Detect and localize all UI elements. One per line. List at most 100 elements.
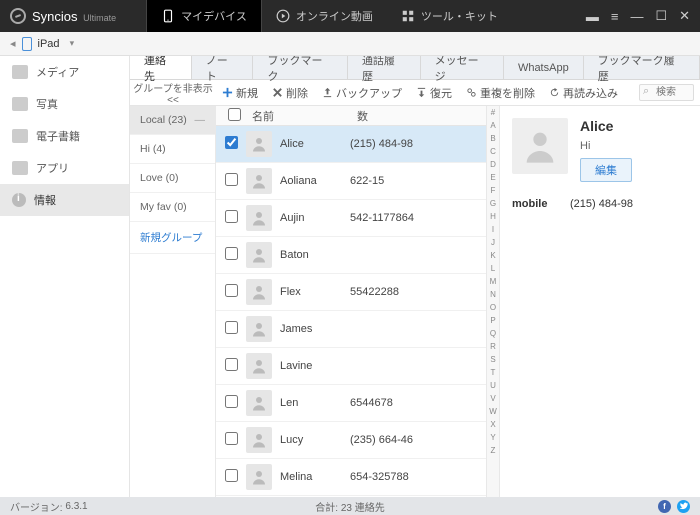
alpha-I[interactable]: I	[487, 225, 499, 238]
minimize-button[interactable]: —	[630, 9, 643, 24]
subtab-bookmarks[interactable]: ブックマーク	[253, 56, 347, 79]
hide-groups-toggle[interactable]: グループを非表示 <<	[130, 80, 216, 106]
row-checkbox[interactable]	[225, 358, 238, 371]
alpha-C[interactable]: C	[487, 147, 499, 160]
alpha-W[interactable]: W	[487, 407, 499, 420]
contact-name: Alice	[280, 138, 350, 150]
tab-toolkit[interactable]: ツール・キット	[387, 0, 512, 32]
col-number[interactable]: 数	[351, 108, 486, 124]
alpha-H[interactable]: H	[487, 212, 499, 225]
group-local[interactable]: Local (23) —	[130, 106, 215, 135]
alpha-S[interactable]: S	[487, 355, 499, 368]
subtab-notes[interactable]: ノート	[192, 56, 254, 79]
restore-button[interactable]: 復元	[410, 85, 458, 101]
contact-row[interactable]: Melina654-325788	[216, 459, 486, 496]
contact-row[interactable]: Alice(215) 484-98	[216, 126, 486, 163]
alpha-K[interactable]: K	[487, 251, 499, 264]
alpha-B[interactable]: B	[487, 134, 499, 147]
chevron-down-icon[interactable]: ▾	[70, 38, 75, 49]
alpha-V[interactable]: V	[487, 394, 499, 407]
row-checkbox[interactable]	[225, 469, 238, 482]
alpha-Q[interactable]: Q	[487, 329, 499, 342]
reload-button[interactable]: 再読み込み	[543, 85, 624, 101]
group-myfav[interactable]: My fav (0)	[130, 193, 215, 222]
maximize-button[interactable]: ☐	[655, 8, 667, 24]
subtab-contacts[interactable]: 連絡先	[130, 56, 192, 79]
alpha-O[interactable]: O	[487, 303, 499, 316]
contact-row[interactable]: Nowtzki	[216, 496, 486, 497]
alpha-X[interactable]: X	[487, 420, 499, 433]
sidebar-item-label: 電子書籍	[36, 128, 80, 144]
alpha-D[interactable]: D	[487, 160, 499, 173]
contact-row[interactable]: Lucy(235) 664-46	[216, 422, 486, 459]
row-checkbox[interactable]	[225, 284, 238, 297]
subtab-call-history[interactable]: 通話履歴	[348, 56, 421, 79]
sidebar-item-info[interactable]: 情報	[0, 184, 129, 216]
contact-row[interactable]: Lavine	[216, 348, 486, 385]
alpha-G[interactable]: G	[487, 199, 499, 212]
alpha-A[interactable]: A	[487, 121, 499, 134]
window-controls: ▬ ≡ — ☐ ✕	[586, 8, 700, 24]
contact-row[interactable]: James	[216, 311, 486, 348]
contact-phone: 6544678	[350, 397, 486, 409]
device-bar[interactable]: ◂ iPad ▾	[0, 32, 700, 56]
contact-row[interactable]: Aoliana622-15	[216, 163, 486, 200]
alpha-P[interactable]: P	[487, 316, 499, 329]
alpha-Z[interactable]: Z	[487, 446, 499, 459]
alpha-#[interactable]: #	[487, 108, 499, 121]
subtab-whatsapp[interactable]: WhatsApp	[504, 56, 584, 79]
alpha-J[interactable]: J	[487, 238, 499, 251]
close-button[interactable]: ✕	[679, 8, 690, 24]
row-checkbox[interactable]	[225, 210, 238, 223]
sidebar-item-ebooks[interactable]: 電子書籍	[0, 120, 129, 152]
menu-icon[interactable]: ≡	[611, 9, 619, 24]
tab-my-device[interactable]: マイデバイス	[146, 0, 262, 32]
row-checkbox[interactable]	[225, 173, 238, 186]
group-hi[interactable]: Hi (4)	[130, 135, 215, 164]
contact-row[interactable]: Aujin542-1177864	[216, 200, 486, 237]
sidebar-item-label: 写真	[36, 96, 58, 112]
message-icon[interactable]: ▬	[586, 9, 599, 24]
sidebar-item-media[interactable]: メディア	[0, 56, 129, 88]
select-all-checkbox[interactable]	[228, 108, 241, 121]
sidebar-item-apps[interactable]: アプリ	[0, 152, 129, 184]
alpha-T[interactable]: T	[487, 368, 499, 381]
row-checkbox[interactable]	[225, 432, 238, 445]
alpha-index[interactable]: #ABCDEFGHIJKLMNOPQRSTUVWXYZ	[486, 106, 500, 497]
row-checkbox[interactable]	[225, 321, 238, 334]
contact-row[interactable]: Flex55422288	[216, 274, 486, 311]
search-input[interactable]	[639, 84, 694, 101]
alpha-L[interactable]: L	[487, 264, 499, 277]
dedupe-icon	[466, 87, 477, 98]
sidebar-item-photos[interactable]: 写真	[0, 88, 129, 120]
new-button[interactable]: 新規	[216, 85, 264, 101]
new-group-button[interactable]: 新規グループ	[130, 222, 215, 254]
minus-icon: —	[195, 114, 206, 126]
group-love[interactable]: Love (0)	[130, 164, 215, 193]
alpha-E[interactable]: E	[487, 173, 499, 186]
subtab-messages[interactable]: メッセージ	[421, 56, 504, 79]
alpha-F[interactable]: F	[487, 186, 499, 199]
delete-button[interactable]: 削除	[266, 85, 314, 101]
tab-online-video[interactable]: オンライン動画	[262, 0, 387, 32]
alpha-R[interactable]: R	[487, 342, 499, 355]
dedupe-button[interactable]: 重複を削除	[460, 85, 541, 101]
alpha-U[interactable]: U	[487, 381, 499, 394]
alpha-M[interactable]: M	[487, 277, 499, 290]
sidebar-item-label: メディア	[36, 64, 79, 80]
col-name[interactable]: 名前	[246, 108, 351, 124]
phone-label: mobile	[512, 198, 560, 210]
contact-row[interactable]: Baton	[216, 237, 486, 274]
row-checkbox[interactable]	[225, 395, 238, 408]
backup-button[interactable]: バックアップ	[316, 85, 408, 101]
edit-button[interactable]: 編集	[580, 158, 632, 182]
search-box[interactable]	[639, 84, 694, 101]
contact-row[interactable]: Len6544678	[216, 385, 486, 422]
subtab-bookmark-history[interactable]: ブックマーク履歴	[584, 56, 700, 79]
facebook-icon[interactable]: f	[658, 500, 671, 513]
twitter-icon[interactable]	[677, 500, 690, 513]
row-checkbox[interactable]	[225, 136, 238, 149]
alpha-N[interactable]: N	[487, 290, 499, 303]
row-checkbox[interactable]	[225, 247, 238, 260]
alpha-Y[interactable]: Y	[487, 433, 499, 446]
